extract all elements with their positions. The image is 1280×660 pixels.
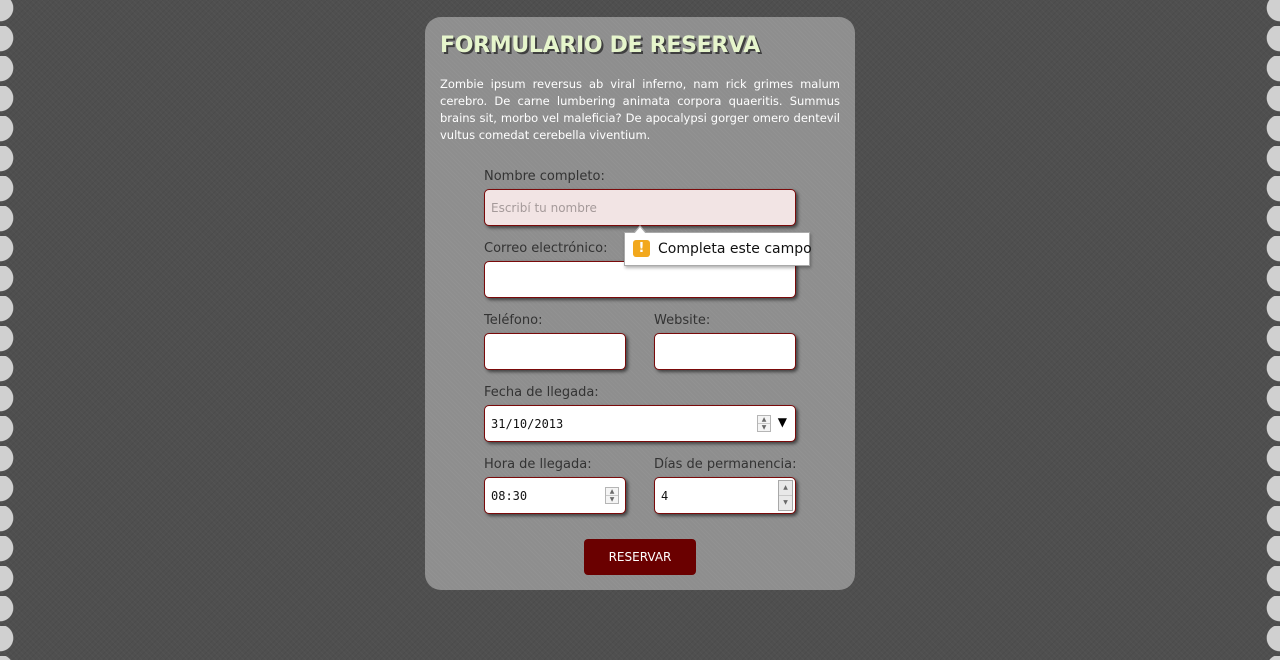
reservation-form-card: FORMULARIO DE RESERVA Zombie ipsum rever… xyxy=(425,17,855,590)
reserve-button[interactable]: RESERVAR xyxy=(584,539,696,575)
arrival-time-label: Hora de llegada: xyxy=(484,457,592,472)
days-spinner[interactable]: ▲ ▼ xyxy=(778,480,793,511)
form-title: FORMULARIO DE RESERVA xyxy=(440,33,760,58)
date-spinner[interactable]: ▲ ▼ xyxy=(757,415,771,432)
tooltip-pointer-inner xyxy=(634,227,646,234)
spin-down-icon[interactable]: ▼ xyxy=(606,495,618,503)
arrival-date-label: Fecha de llegada: xyxy=(484,385,599,400)
arrival-time-value: 08:30 xyxy=(491,489,528,503)
arrival-time-input[interactable]: 08:30 ▲ ▼ xyxy=(484,477,626,514)
spin-down-icon[interactable]: ▼ xyxy=(779,495,792,510)
name-label: Nombre completo: xyxy=(484,169,605,184)
days-label: Días de permanencia: xyxy=(654,457,797,472)
form-intro-text: Zombie ipsum reversus ab viral inferno, … xyxy=(440,77,840,142)
name-placeholder: Escribí tu nombre xyxy=(491,201,597,215)
validation-message: Completa este campo xyxy=(658,241,812,257)
warning-icon: ! xyxy=(633,240,650,257)
phone-label: Teléfono: xyxy=(484,313,543,328)
calendar-dropdown-icon[interactable]: ▼ xyxy=(778,415,787,429)
name-input[interactable]: Escribí tu nombre xyxy=(484,189,796,226)
arrival-date-value: 31/10/2013 xyxy=(491,417,564,431)
spin-up-icon[interactable]: ▲ xyxy=(758,416,770,423)
days-input[interactable]: 4 ▲ ▼ xyxy=(654,477,796,514)
spin-down-icon[interactable]: ▼ xyxy=(758,423,770,431)
scalloped-border-right xyxy=(1264,0,1280,660)
spin-up-icon[interactable]: ▲ xyxy=(779,481,792,495)
time-spinner[interactable]: ▲ ▼ xyxy=(605,487,619,504)
email-input[interactable] xyxy=(484,261,796,298)
phone-input[interactable] xyxy=(484,333,626,370)
days-value: 4 xyxy=(661,489,669,503)
website-input[interactable] xyxy=(654,333,796,370)
validation-tooltip: ! Completa este campo xyxy=(624,225,812,266)
arrival-date-input[interactable]: 31/10/2013 ▲ ▼ ▼ xyxy=(484,405,796,442)
scalloped-border-left xyxy=(0,0,16,660)
spin-up-icon[interactable]: ▲ xyxy=(606,488,618,495)
website-label: Website: xyxy=(654,313,711,328)
email-label: Correo electrónico: xyxy=(484,241,608,256)
